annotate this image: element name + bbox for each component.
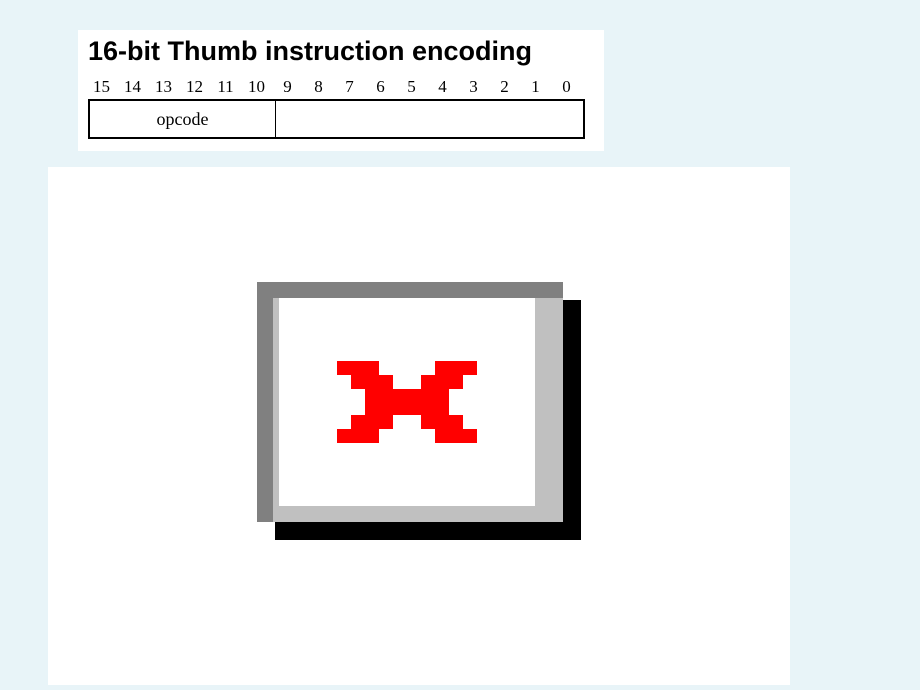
bit-index-row: 15 14 13 12 11 10 9 8 7 6 5 4 3 2 1 0 xyxy=(86,77,596,97)
encoding-card: 16-bit Thumb instruction encoding 15 14 … xyxy=(78,30,604,151)
bit-label: 10 xyxy=(241,77,272,97)
bit-label: 11 xyxy=(210,77,241,97)
broken-image-icon xyxy=(337,361,477,443)
bit-label: 4 xyxy=(427,77,458,97)
bit-label: 14 xyxy=(117,77,148,97)
frame-canvas xyxy=(279,298,535,506)
bit-label: 3 xyxy=(458,77,489,97)
bit-label: 5 xyxy=(396,77,427,97)
bit-label: 7 xyxy=(334,77,365,97)
broken-image-placeholder xyxy=(257,282,581,540)
bit-label: 1 xyxy=(520,77,551,97)
operand-field xyxy=(276,101,583,137)
card-title: 16-bit Thumb instruction encoding xyxy=(88,36,596,67)
bit-label: 13 xyxy=(148,77,179,97)
content-panel xyxy=(48,167,790,685)
bit-label: 2 xyxy=(489,77,520,97)
bit-label: 0 xyxy=(551,77,582,97)
bit-label: 9 xyxy=(272,77,303,97)
bit-label: 15 xyxy=(86,77,117,97)
bit-label: 12 xyxy=(179,77,210,97)
opcode-field: opcode xyxy=(90,101,276,137)
bit-label: 8 xyxy=(303,77,334,97)
bit-label: 6 xyxy=(365,77,396,97)
encoding-fields-box: opcode xyxy=(88,99,585,139)
